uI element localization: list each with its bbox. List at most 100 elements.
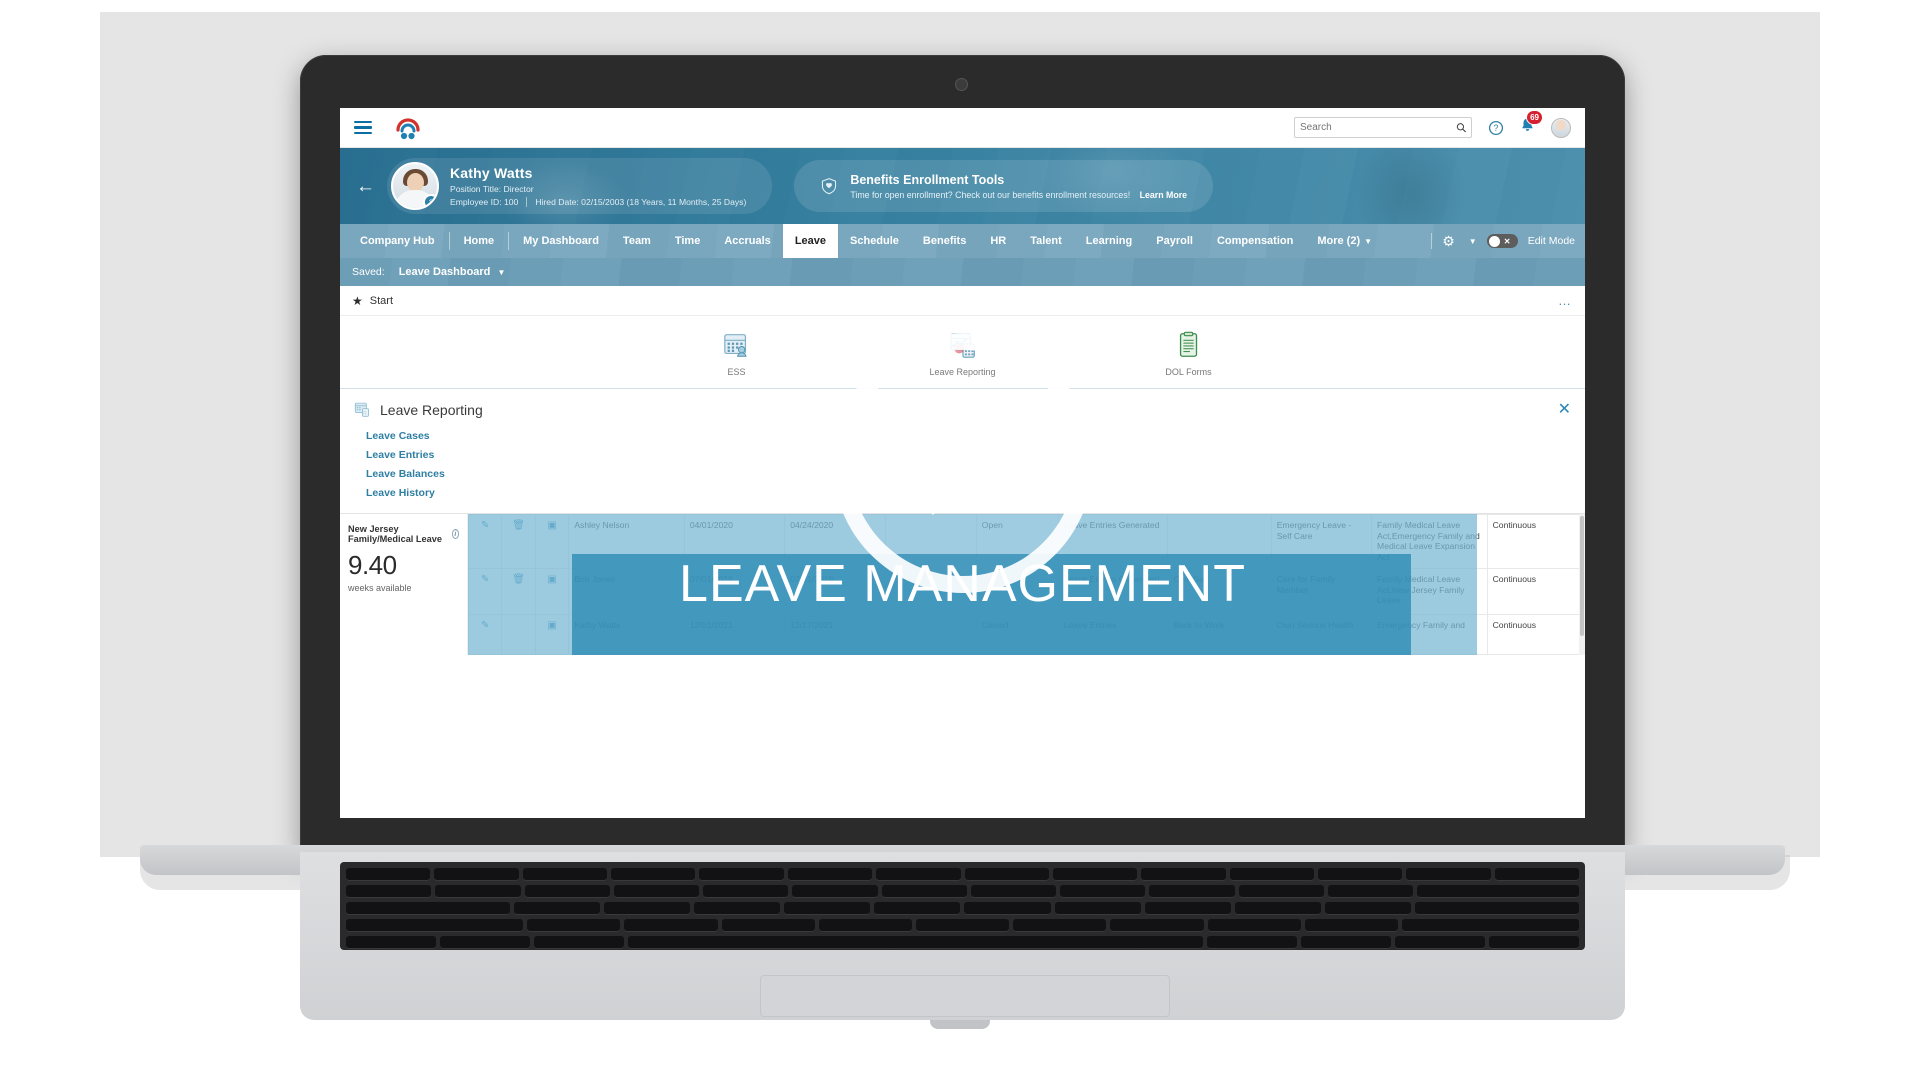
- employee-case-icon[interactable]: ▣: [547, 574, 556, 585]
- cell-status: Closed: [975, 613, 1059, 655]
- cell-entries: Leave Entries: [1057, 613, 1169, 655]
- screenshot-root: ? 69 ← ⇧: [0, 0, 1920, 1080]
- cell-return: [1167, 514, 1272, 569]
- saved-view-bar: Saved: Leave Dashboard ▼: [340, 258, 1585, 286]
- nav-divider: [508, 232, 510, 250]
- notification-badge: 69: [1526, 110, 1543, 125]
- row-edit-cell[interactable]: ✎: [468, 567, 503, 615]
- balance-title-text: New Jersey Family/Medical Leave: [348, 524, 442, 544]
- app-logo-icon[interactable]: [394, 114, 422, 142]
- search-input[interactable]: [1294, 117, 1472, 138]
- row-edit-cell[interactable]: ✎: [468, 514, 503, 569]
- nav-item-learning[interactable]: Learning: [1074, 224, 1144, 258]
- notifications-button[interactable]: 69: [1520, 110, 1543, 138]
- back-arrow-icon[interactable]: ←: [356, 177, 375, 196]
- table-scrollbar[interactable]: [1579, 514, 1585, 655]
- saved-view-select[interactable]: Leave Dashboard ▼: [399, 266, 506, 278]
- employee-hero-banner: ← ⇧ Kathy Watts Position Title: Director…: [340, 148, 1585, 224]
- balance-unit: weeks available: [348, 583, 412, 593]
- benefits-promo-card[interactable]: Benefits Enrollment Tools Time for open …: [794, 160, 1214, 212]
- chevron-down-icon: ▼: [1364, 236, 1373, 246]
- employee-case-icon[interactable]: ▣: [547, 620, 556, 631]
- help-icon[interactable]: ?: [1488, 120, 1504, 136]
- search-icon[interactable]: [1456, 122, 1466, 133]
- row-edit-cell[interactable]: ✎: [468, 613, 503, 655]
- employee-name: Kathy Watts: [450, 165, 533, 181]
- gear-icon[interactable]: ⚙: [1442, 233, 1455, 250]
- cell-reason: Own Serious Health: [1270, 613, 1373, 655]
- app-screen: ? 69 ← ⇧: [340, 108, 1585, 818]
- start-label: Start: [369, 294, 393, 307]
- row-case-cell[interactable]: ▣: [534, 613, 570, 655]
- ellipsis-icon[interactable]: …: [1558, 293, 1573, 308]
- employee-case-icon[interactable]: ▣: [547, 520, 556, 531]
- lid-notch: [930, 1020, 990, 1029]
- row-delete-cell: [501, 613, 536, 655]
- employee-profile-card[interactable]: ⇧ Kathy Watts Position Title: Director E…: [387, 158, 773, 214]
- keyboard: [340, 862, 1585, 950]
- tile-label-dol-forms: DOL Forms: [1165, 366, 1212, 377]
- row-case-cell[interactable]: ▣: [534, 567, 570, 615]
- nav-item-benefits[interactable]: Benefits: [911, 224, 978, 258]
- employee-avatar[interactable]: ⇧: [391, 162, 439, 210]
- cell-start-date: 04/01/2020: [683, 514, 786, 569]
- cell-reason: Care for Family Member: [1270, 567, 1373, 615]
- delete-icon[interactable]: 🗑: [512, 520, 525, 531]
- nav-item-more[interactable]: More (2) ▼: [1305, 224, 1384, 258]
- nav-item-home[interactable]: Home: [452, 224, 507, 258]
- cell-end-date: 07/31/2019: [784, 567, 886, 615]
- avatar-upload-icon[interactable]: ⇧: [423, 194, 437, 208]
- edit-mode-label: Edit Mode: [1527, 235, 1575, 247]
- main-nav: Company Hub Home My Dashboard Team Time …: [340, 224, 1585, 258]
- star-icon[interactable]: ★: [352, 294, 363, 308]
- toggle-knob: [1488, 235, 1500, 247]
- nav-item-schedule[interactable]: Schedule: [838, 224, 911, 258]
- nav-item-team[interactable]: Team: [611, 224, 663, 258]
- nav-item-accruals[interactable]: Accruals: [712, 224, 782, 258]
- leave-balance-widget: New Jersey Family/Medical Leave i 9.40 w…: [340, 514, 468, 655]
- nav-item-payroll[interactable]: Payroll: [1144, 224, 1205, 258]
- gear-chevron-down-icon[interactable]: ▼: [1469, 237, 1477, 246]
- app-topbar: ? 69: [340, 108, 1585, 148]
- more-label: More (2): [1317, 235, 1361, 247]
- cell-start-date: 12/01/2021: [683, 613, 786, 655]
- edit-icon[interactable]: ✎: [481, 620, 489, 631]
- nav-item-leave[interactable]: Leave: [782, 224, 839, 258]
- play-button-icon[interactable]: [832, 333, 1093, 593]
- tile-ess[interactable]: ESS: [689, 328, 785, 377]
- webcam-icon: [955, 78, 968, 91]
- cell-end-date: 12/17/2021: [784, 613, 886, 655]
- meta-divider: [526, 197, 528, 207]
- user-avatar[interactable]: [1551, 117, 1571, 138]
- nav-right-actions: ⚙ ▼ ✕ Edit Mode: [1431, 224, 1585, 258]
- promo-title: Benefits Enrollment Tools: [850, 172, 1005, 187]
- learn-more-link[interactable]: Learn More: [1140, 190, 1187, 200]
- tile-dol-forms[interactable]: DOL Forms: [1141, 328, 1237, 377]
- search-field[interactable]: [1300, 122, 1456, 133]
- employee-position: Position Title: Director: [450, 184, 534, 194]
- nav-item-hr[interactable]: HR: [978, 224, 1018, 258]
- hamburger-icon[interactable]: [354, 120, 372, 135]
- edit-icon[interactable]: ✎: [481, 520, 489, 531]
- edit-icon[interactable]: ✎: [481, 574, 489, 585]
- cell-employee: Ashley Nelson: [568, 514, 685, 569]
- close-icon[interactable]: ✕: [1558, 401, 1571, 418]
- delete-icon[interactable]: 🗑: [512, 574, 525, 585]
- nav-item-my-dashboard[interactable]: My Dashboard: [511, 224, 611, 258]
- cell-return: Own Ser: [1167, 567, 1272, 615]
- nav-item-compensation[interactable]: Compensation: [1205, 224, 1305, 258]
- info-icon[interactable]: i: [451, 529, 459, 539]
- trackpad[interactable]: [760, 975, 1170, 1017]
- nav-item-talent[interactable]: Talent: [1018, 224, 1074, 258]
- topbar-actions: ? 69: [1294, 110, 1571, 138]
- row-delete-cell[interactable]: 🗑: [501, 567, 536, 615]
- nav-divider: [448, 232, 450, 250]
- tile-label-ess: ESS: [727, 366, 746, 377]
- row-delete-cell[interactable]: 🗑: [501, 514, 536, 569]
- nav-item-company-hub[interactable]: Company Hub: [348, 224, 447, 258]
- chevron-down-icon: ▼: [497, 268, 506, 277]
- table-row[interactable]: ✎ ▣ Kathy Watts 12/01/2021 12/17/2021 Cl…: [468, 613, 1585, 655]
- nav-item-time[interactable]: Time: [663, 224, 712, 258]
- edit-mode-toggle[interactable]: ✕: [1486, 234, 1518, 248]
- row-case-cell[interactable]: ▣: [534, 514, 570, 569]
